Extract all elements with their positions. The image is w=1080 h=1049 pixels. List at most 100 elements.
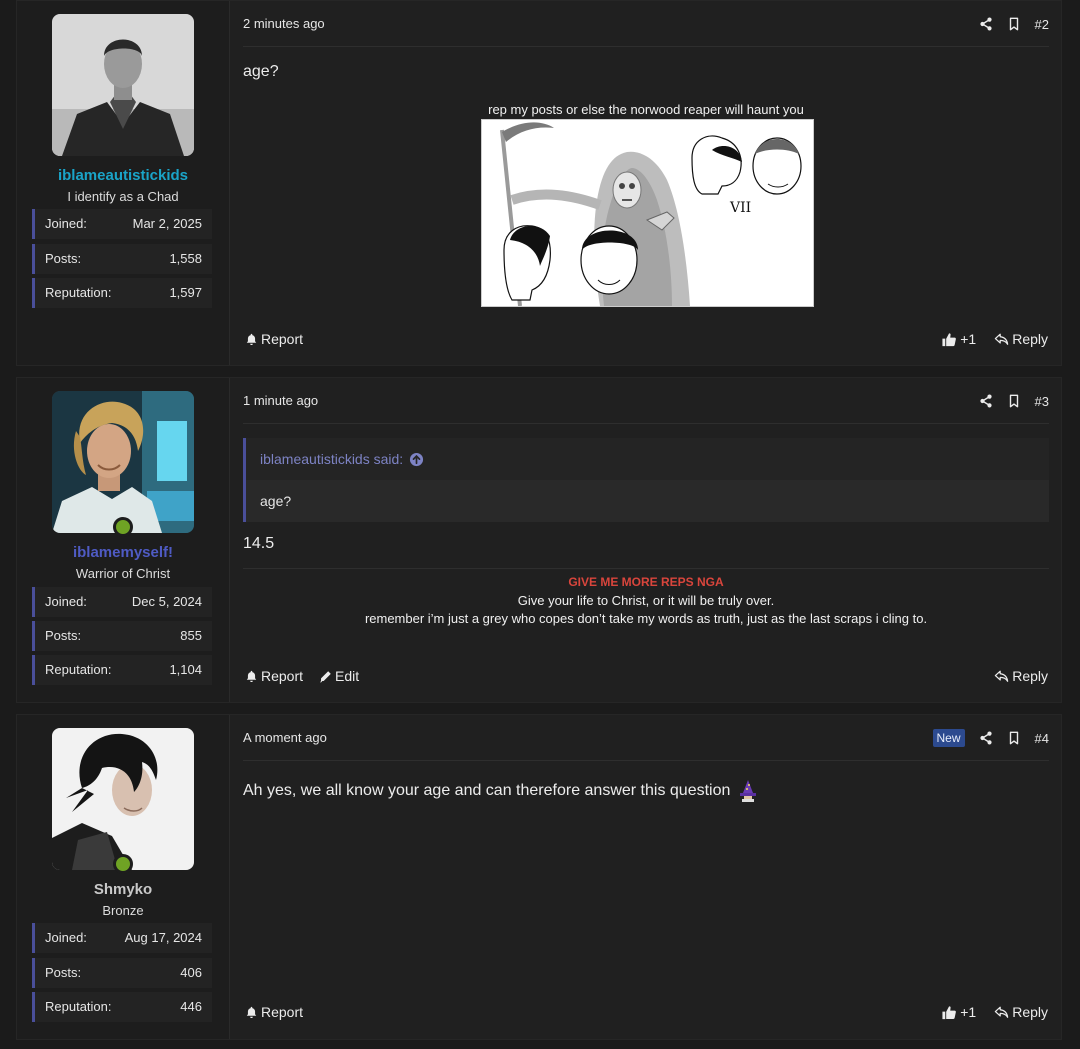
stat-label: Reputation: [45, 662, 112, 677]
stat-value: 406 [180, 965, 202, 980]
stat-reputation: Reputation: 446 [32, 992, 212, 1022]
report-button[interactable]: Report [245, 1004, 303, 1020]
thumbs-up-icon [941, 1005, 957, 1020]
stat-joined: Joined: Dec 5, 2024 [32, 587, 212, 617]
stat-value: Aug 17, 2024 [124, 930, 202, 945]
like-count: +1 [960, 1004, 977, 1020]
stat-label: Posts: [45, 251, 82, 266]
post-tools: #2 [979, 14, 1049, 34]
signature-caption: rep my posts or else the norwood reaper … [488, 102, 804, 117]
report-button[interactable]: Report [245, 331, 303, 347]
post-2: iblameautistickids I identify as a Chad … [16, 0, 1062, 366]
stat-label: Joined: [45, 930, 87, 945]
report-label: Report [261, 668, 304, 684]
quote-author: iblameautistickids said: [260, 451, 404, 467]
divider [243, 423, 1049, 424]
reply-label: Reply [1012, 331, 1048, 347]
online-indicator [113, 517, 133, 537]
post-main: 1 minute ago #3 iblameautistickids said:… [229, 378, 1061, 702]
post-3: iblamemyself! Warrior of Christ Joined: … [16, 377, 1062, 703]
signature-image-text: VII [729, 200, 751, 216]
arrow-up-circle-icon[interactable] [409, 452, 424, 467]
wizard-emoji-icon [740, 780, 757, 802]
signature-image: VII [481, 119, 814, 307]
thumbs-up-icon [941, 332, 957, 347]
user-title: I identify as a Chad [67, 189, 179, 204]
post-time[interactable]: 2 minutes ago [243, 16, 325, 31]
report-label: Report [261, 1004, 304, 1020]
post-user-panel: Shmyko Bronze Joined: Aug 17, 2024 Posts… [17, 715, 229, 1039]
footer-left: Report [245, 331, 303, 347]
stat-value: Dec 5, 2024 [131, 594, 202, 609]
avatar[interactable] [52, 14, 194, 156]
edit-button[interactable]: Edit [319, 668, 359, 684]
reply-icon [994, 669, 1009, 683]
post-main: 2 minutes ago #2 age? rep my posts or el… [229, 1, 1061, 365]
post-body-wrap: Ah yes, we all know your age and can the… [243, 779, 760, 803]
stat-label: Posts: [45, 628, 82, 643]
divider [243, 568, 1049, 569]
like-count: +1 [960, 331, 977, 347]
reply-label: Reply [1012, 668, 1048, 684]
user-title: Bronze [102, 903, 144, 918]
post-tools: #3 [979, 391, 1049, 411]
stat-reputation: Reputation: 1,104 [32, 655, 212, 685]
reply-button[interactable]: Reply [994, 668, 1048, 684]
post-body: age? [243, 63, 279, 80]
reply-button[interactable]: Reply [994, 1004, 1048, 1020]
quote-author-link[interactable]: iblameautistickids said: [246, 438, 1049, 480]
post-tools: New #4 [932, 728, 1049, 748]
reply-button[interactable]: Reply [994, 331, 1048, 347]
stat-posts[interactable]: Posts: 406 [32, 958, 212, 988]
stat-joined: Joined: Aug 17, 2024 [32, 923, 212, 953]
post-time[interactable]: 1 minute ago [243, 393, 318, 408]
report-button[interactable]: Report [245, 668, 303, 684]
like-button[interactable]: +1 [941, 1004, 976, 1020]
stat-posts[interactable]: Posts: 1,558 [32, 244, 212, 274]
bell-icon [245, 670, 258, 683]
divider [243, 760, 1049, 761]
share-icon[interactable] [979, 394, 993, 408]
post-4: Shmyko Bronze Joined: Aug 17, 2024 Posts… [16, 714, 1062, 1040]
username[interactable]: iblameautistickids [17, 167, 229, 184]
bookmark-icon[interactable] [1007, 17, 1021, 31]
avatar[interactable] [52, 728, 194, 870]
post-user-panel: iblameautistickids I identify as a Chad … [17, 1, 229, 365]
signature-line: Give your life to Christ, or it will be … [517, 593, 775, 608]
bell-icon [245, 333, 258, 346]
username[interactable]: iblamemyself! [17, 544, 229, 561]
bookmark-icon[interactable] [1007, 731, 1021, 745]
post-number[interactable]: #4 [1035, 731, 1049, 746]
edit-label: Edit [335, 668, 360, 684]
stat-label: Joined: [45, 594, 87, 609]
share-icon[interactable] [979, 731, 993, 745]
online-indicator [113, 854, 133, 874]
share-icon[interactable] [979, 17, 993, 31]
bell-icon [245, 1006, 258, 1019]
username[interactable]: Shmyko [17, 881, 229, 898]
stat-value: 855 [180, 628, 202, 643]
post-main: A moment ago New #4 Ah yes, we all know … [229, 715, 1061, 1039]
report-label: Report [261, 331, 304, 347]
stat-value: 446 [180, 999, 202, 1014]
stat-label: Posts: [45, 965, 82, 980]
like-button[interactable]: +1 [941, 331, 976, 347]
bookmark-icon[interactable] [1007, 394, 1021, 408]
divider [243, 46, 1049, 47]
stat-label: Reputation: [45, 999, 112, 1014]
post-number[interactable]: #2 [1035, 17, 1049, 32]
signature-line: remember i’m just a grey who copes don’t… [364, 611, 928, 626]
pencil-icon [319, 670, 332, 683]
stat-posts[interactable]: Posts: 855 [32, 621, 212, 651]
stat-label: Joined: [45, 216, 87, 231]
post-time[interactable]: A moment ago [243, 730, 327, 745]
stat-label: Reputation: [45, 285, 112, 300]
signature-line-red: GIVE ME MORE REPS NGA [568, 575, 724, 589]
reply-icon [994, 1005, 1009, 1019]
quote-text: age? [246, 480, 1049, 522]
stat-value: Mar 2, 2025 [132, 216, 202, 231]
reply-icon [994, 332, 1009, 346]
avatar[interactable] [52, 391, 194, 533]
post-body: Ah yes, we all know your age and can the… [243, 782, 731, 799]
post-number[interactable]: #3 [1035, 394, 1049, 409]
